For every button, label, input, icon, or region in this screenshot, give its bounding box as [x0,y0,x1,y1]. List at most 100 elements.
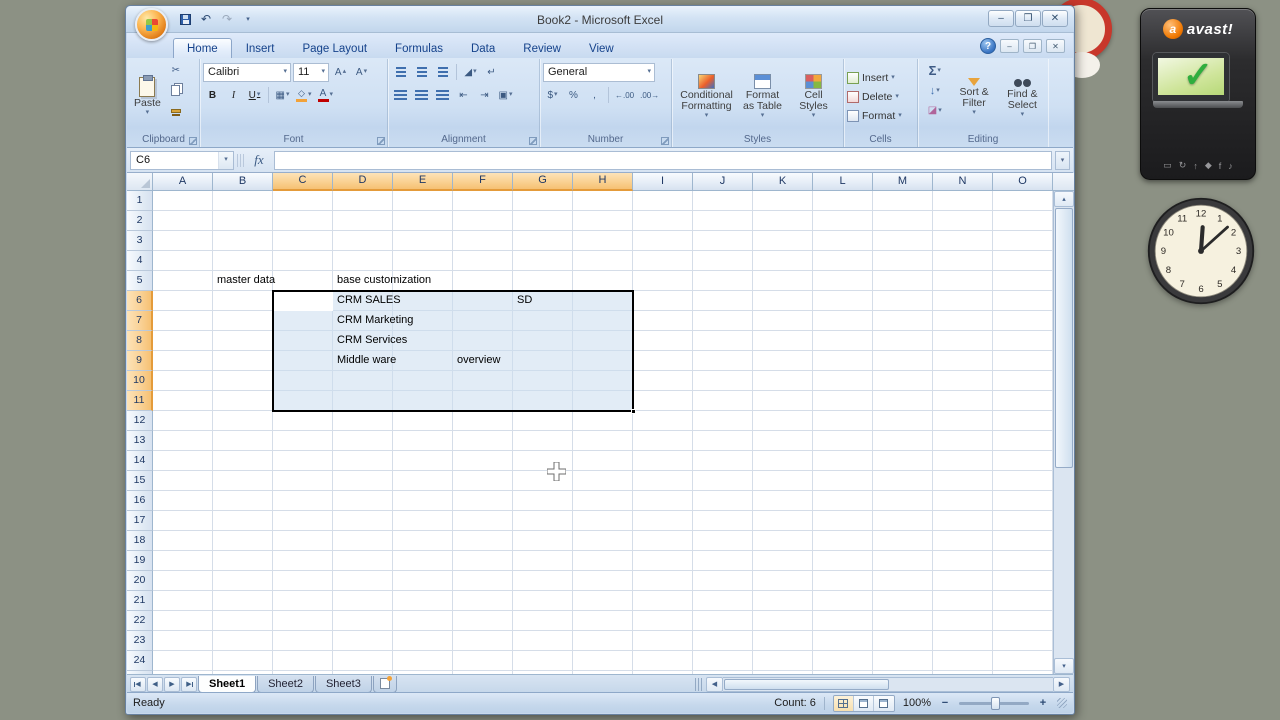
undo-button[interactable]: ↶ [197,10,215,28]
column-header-C[interactable]: C [273,173,333,191]
active-cell[interactable] [274,292,333,311]
paste-button[interactable]: Paste ▾ [131,61,164,132]
decrease-decimal-button[interactable]: .00→ [638,86,661,105]
row-header-5[interactable]: 5 [127,271,153,291]
row-header-15[interactable]: 15 [127,471,153,491]
grow-font-button[interactable]: A ▴ [331,63,350,82]
fill-button[interactable]: ↓ ▾ [921,81,948,100]
avast-toolbar-icon-3[interactable]: ↑ [1193,161,1198,171]
find-select-button[interactable]: Find & Select ▾ [1000,61,1045,132]
italic-button[interactable]: I [224,86,243,105]
cell-F9[interactable]: overview [453,351,500,371]
select-all-corner[interactable] [127,173,153,191]
row-header-18[interactable]: 18 [127,531,153,551]
previous-sheet-button[interactable]: ◀ [147,676,163,692]
increase-decimal-button[interactable]: ←.00 [613,86,636,105]
dialog-launcher-icon[interactable] [529,137,537,145]
insert-worksheet-button[interactable] [372,675,397,693]
row-header-3[interactable]: 3 [127,231,153,251]
column-header-A[interactable]: A [153,173,213,191]
row-header-22[interactable]: 22 [127,611,153,631]
redo-button[interactable]: ↷ [218,10,236,28]
page-layout-view-button[interactable] [853,695,874,711]
align-middle-button[interactable] [412,63,431,82]
comma-format-button[interactable]: , [585,86,604,105]
save-button[interactable] [176,10,194,28]
row-header-24[interactable]: 24 [127,651,153,671]
scroll-down-button[interactable]: ▾ [1054,658,1074,674]
horizontal-scrollbar-track[interactable] [723,676,1053,692]
doc-restore-button[interactable]: ❐ [1023,39,1042,53]
wrap-text-button[interactable]: ↵ [482,63,501,82]
orientation-button[interactable]: ◢ ▾ [461,63,480,82]
merge-center-button[interactable]: ▣ ▾ [496,86,515,105]
dialog-launcher-icon[interactable] [377,137,385,145]
align-left-button[interactable] [391,86,410,105]
cell-D9[interactable]: Middle ware [333,351,396,371]
row-header-14[interactable]: 14 [127,451,153,471]
fill-color-button[interactable]: ◇ ▾ [294,86,314,105]
expand-formula-bar-button[interactable]: ▾ [1055,150,1070,170]
horizontal-scrollbar-thumb[interactable] [724,678,889,690]
dialog-launcher-icon[interactable] [661,137,669,145]
restore-button[interactable]: ❐ [1015,10,1041,27]
column-header-H[interactable]: H [573,173,633,191]
sheet-tab-sheet2[interactable]: Sheet2 [257,675,314,693]
row-header-11[interactable]: 11 [127,391,153,411]
resize-grip[interactable] [1057,698,1067,708]
cell-G6[interactable]: SD [513,291,532,311]
row-header-16[interactable]: 16 [127,491,153,511]
font-family-dropdown[interactable]: Calibri ▾ [203,62,291,82]
qat-customize-button[interactable]: ▾ [239,10,257,28]
font-color-button[interactable]: A ▾ [316,86,336,105]
avast-toolbar-icon-2[interactable]: ↻ [1179,160,1187,171]
row-header-20[interactable]: 20 [127,571,153,591]
sheet-tab-sheet3[interactable]: Sheet3 [314,675,372,693]
tab-split-handle[interactable] [695,677,702,691]
column-header-I[interactable]: I [633,173,693,191]
column-header-L[interactable]: L [813,173,873,191]
zoom-level[interactable]: 100% [903,697,931,709]
increase-indent-button[interactable]: ⇥ [475,86,494,105]
zoom-slider[interactable] [959,696,1029,710]
tab-review[interactable]: Review [509,38,575,58]
align-bottom-button[interactable] [433,63,452,82]
page-break-view-button[interactable] [873,695,894,711]
avast-toolbar-icon-5[interactable]: f [1219,161,1222,171]
row-header-13[interactable]: 13 [127,431,153,451]
insert-cells-button[interactable]: Insert ▾ [847,69,914,87]
fill-handle[interactable] [631,409,636,414]
first-sheet-button[interactable]: ◀ [130,676,146,692]
column-header-N[interactable]: N [933,173,993,191]
formula-input[interactable] [274,150,1052,170]
office-button[interactable] [135,8,168,41]
column-header-G[interactable]: G [513,173,573,191]
column-header-F[interactable]: F [453,173,513,191]
row-header-2[interactable]: 2 [127,211,153,231]
insert-function-button[interactable]: fx [247,151,271,170]
align-center-button[interactable] [412,86,431,105]
tab-data[interactable]: Data [457,38,509,58]
cell-D5[interactable]: base customization [333,271,431,291]
column-header-E[interactable]: E [393,173,453,191]
clock-gadget[interactable]: 12 1 2 3 4 5 6 7 8 9 10 11 [1146,196,1256,306]
cell-D7[interactable]: CRM Marketing [333,311,413,331]
decrease-indent-button[interactable]: ⇤ [454,86,473,105]
sheet-tab-sheet1[interactable]: Sheet1 [198,675,257,693]
shrink-font-button[interactable]: A ▾ [352,63,371,82]
copy-button[interactable] [166,81,186,100]
horizontal-scrollbar[interactable]: ◀ ▶ [691,676,1070,692]
currency-format-button[interactable]: $ ▾ [543,86,562,105]
name-box[interactable]: C6 ▾ [130,150,234,170]
vertical-scrollbar-thumb[interactable] [1055,208,1073,468]
scroll-left-button[interactable]: ◀ [706,676,723,692]
column-header-B[interactable]: B [213,173,273,191]
scroll-right-button[interactable]: ▶ [1053,676,1070,692]
zoom-slider-thumb[interactable] [990,696,1000,710]
delete-cells-button[interactable]: Delete ▾ [847,88,914,106]
row-header-12[interactable]: 12 [127,411,153,431]
formula-bar-grip[interactable] [237,153,244,167]
cut-button[interactable]: ✂ [166,61,186,80]
column-header-O[interactable]: O [993,173,1053,191]
row-header-8[interactable]: 8 [127,331,153,351]
